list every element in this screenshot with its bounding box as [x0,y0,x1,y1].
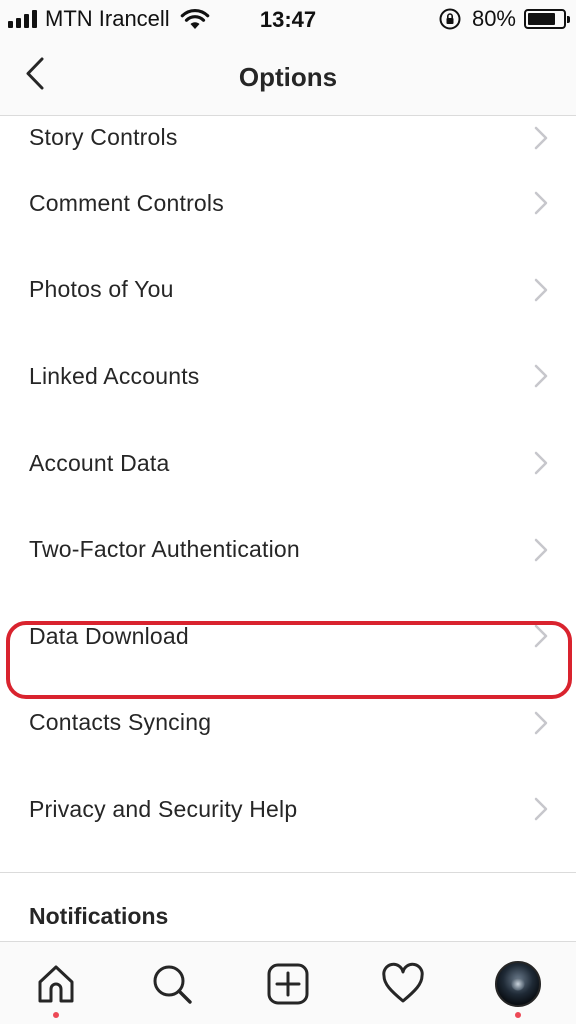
option-privacy-and-security-help[interactable]: Privacy and Security Help [0,766,576,853]
battery-icon [524,9,570,29]
option-linked-accounts[interactable]: Linked Accounts [0,333,576,420]
status-right: 80% [438,6,570,32]
chevron-right-icon [534,711,548,735]
add-post-icon [267,963,309,1005]
option-label: Data Download [29,622,189,649]
home-icon [38,965,74,1003]
tab-search[interactable] [148,960,196,1008]
tab-new-post[interactable] [264,960,312,1008]
chevron-right-icon [534,126,548,150]
chevron-right-icon [534,365,548,388]
option-account-data[interactable]: Account Data [0,420,576,507]
chevron-right-icon [534,538,548,561]
tab-bar [0,941,576,1024]
chevron-right-icon [534,451,548,475]
search-icon [153,965,192,1004]
option-label: Photos of You [29,276,174,303]
battery-fill [528,13,556,25]
option-two-factor-authentication[interactable]: Two-Factor Authentication [0,506,576,593]
option-contacts-syncing[interactable]: Contacts Syncing [0,680,576,767]
nav-header: Options [0,40,576,116]
chevron-right-icon [534,278,548,302]
option-label: Linked Accounts [29,362,200,389]
option-label: Comment Controls [29,189,224,216]
option-label: Two-Factor Authentication [29,536,300,563]
option-label: Story Controls [29,124,178,150]
home-notification-dot [53,1012,59,1018]
chevron-right-icon [534,625,548,648]
options-list: Story Controls Comment Controls Photos o… [0,116,576,853]
status-bar: MTN Irancell 13:47 80% [0,0,576,40]
section-header-notifications: Notifications [29,903,169,929]
option-label: Privacy and Security Help [29,795,298,822]
tab-activity[interactable] [379,960,427,1008]
battery-percent: 80% [471,6,516,31]
chevron-right-icon [534,192,548,215]
option-photos-of-you[interactable]: Photos of You [0,247,576,334]
option-label: Contacts Syncing [29,709,212,736]
heart-icon [382,962,424,1003]
option-data-download[interactable]: Data Download [0,593,576,680]
section-divider [0,872,576,873]
option-story-controls[interactable]: Story Controls [0,116,576,160]
tab-profile[interactable] [494,960,542,1008]
tab-home[interactable] [32,960,80,1008]
rotation-lock-icon [439,8,461,30]
profile-notification-dot [515,1012,521,1018]
chevron-right-icon [534,798,548,821]
option-comment-controls[interactable]: Comment Controls [0,160,576,247]
profile-avatar [495,961,541,1007]
option-label: Account Data [29,449,170,476]
page-title: Options [238,62,338,92]
